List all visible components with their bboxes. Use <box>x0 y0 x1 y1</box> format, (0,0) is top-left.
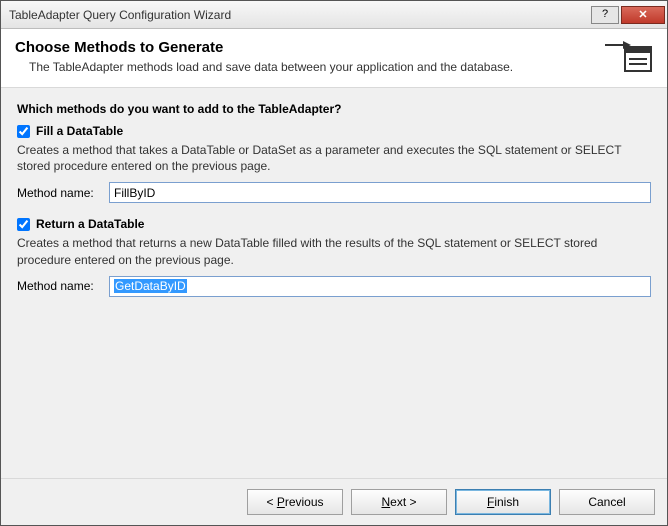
prompt-text: Which methods do you want to add to the … <box>17 102 651 116</box>
fill-name-label: Method name: <box>17 186 109 200</box>
fill-name-input[interactable] <box>109 182 651 203</box>
next-button[interactable]: Next > <box>351 489 447 515</box>
wizard-icon <box>605 39 653 75</box>
return-description: Creates a method that returns a new Data… <box>17 235 651 267</box>
wizard-footer: < Previous Next > Finish Cancel <box>1 478 667 525</box>
page-subtitle: The TableAdapter methods load and save d… <box>29 60 605 74</box>
return-checkbox[interactable] <box>17 218 30 231</box>
page-title: Choose Methods to Generate <box>15 39 605 56</box>
return-name-input[interactable]: GetDataByID <box>109 276 651 297</box>
close-button[interactable]: ✕ <box>621 6 665 24</box>
window-title: TableAdapter Query Configuration Wizard <box>9 8 589 22</box>
fill-label[interactable]: Fill a DataTable <box>36 124 123 138</box>
help-button[interactable]: ? <box>591 6 619 24</box>
fill-description: Creates a method that takes a DataTable … <box>17 142 651 174</box>
title-bar: TableAdapter Query Configuration Wizard … <box>1 1 667 29</box>
finish-button[interactable]: Finish <box>455 489 551 515</box>
return-name-label: Method name: <box>17 279 109 293</box>
return-label[interactable]: Return a DataTable <box>36 217 144 231</box>
wizard-header: Choose Methods to Generate The TableAdap… <box>1 29 667 88</box>
previous-button[interactable]: < Previous <box>247 489 343 515</box>
fill-checkbox[interactable] <box>17 125 30 138</box>
wizard-content: Which methods do you want to add to the … <box>1 88 667 478</box>
cancel-button[interactable]: Cancel <box>559 489 655 515</box>
